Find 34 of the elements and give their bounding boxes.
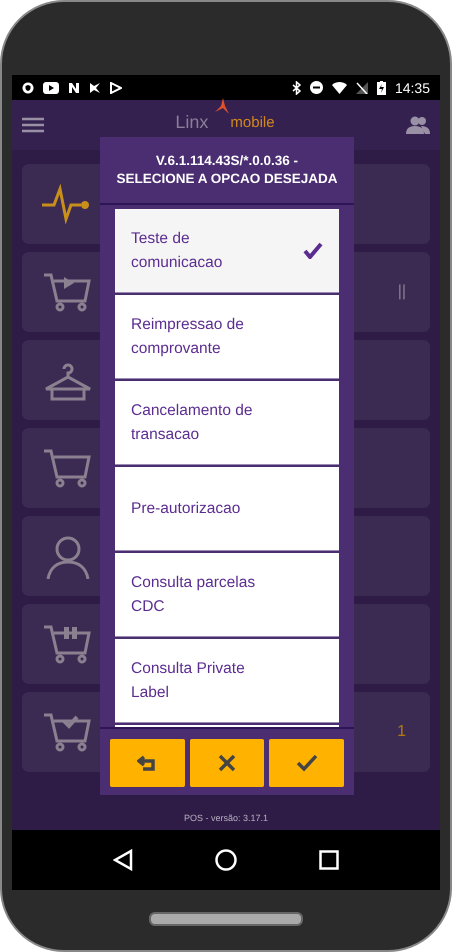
home-icon[interactable] [215,849,237,871]
option-item[interactable]: Consulta parcelas CDC [115,553,339,637]
cancel-button[interactable] [190,739,264,787]
play-store-icon [110,82,122,94]
logo-product: mobile [230,114,275,132]
play-icon [43,82,59,94]
clock-time: 14:35 [394,80,430,96]
menu-icon[interactable] [22,117,44,133]
no-signal-icon [356,82,368,94]
check-icon [303,242,323,259]
close-icon [218,754,236,772]
bluetooth-icon [292,80,301,94]
option-item[interactable]: Reimpressao de comprovante [115,295,339,379]
recents-icon[interactable] [319,850,339,870]
check-icon [296,754,318,772]
version-text: POS - versão: 3.17.1 [184,813,268,823]
users-icon[interactable] [406,116,430,134]
option-item[interactable]: Cancelamento de transacao [115,381,339,465]
return-icon [137,755,158,771]
confirm-button[interactable] [269,739,344,787]
back-icon[interactable] [113,849,133,871]
do-not-disturb-icon [310,81,323,94]
logo-brand: Linx [175,112,208,132]
option-item[interactable]: Consulta Private Label [115,639,339,723]
option-item[interactable]: Pre-autorizacao [115,467,339,551]
back-button[interactable] [110,739,185,787]
card-value: 1 [397,723,406,741]
option-item[interactable]: Teste de comunicacao [115,209,339,293]
letter-n-icon [68,82,80,94]
wifi-icon [332,82,347,94]
card-value: || [398,283,406,301]
dialog-title: V.6.1.114.43S/*.0.0.36 - SELECIONE A OPCAO DESEJADA [116,152,338,188]
battery-icon [376,80,386,94]
shield-icon [22,82,34,94]
